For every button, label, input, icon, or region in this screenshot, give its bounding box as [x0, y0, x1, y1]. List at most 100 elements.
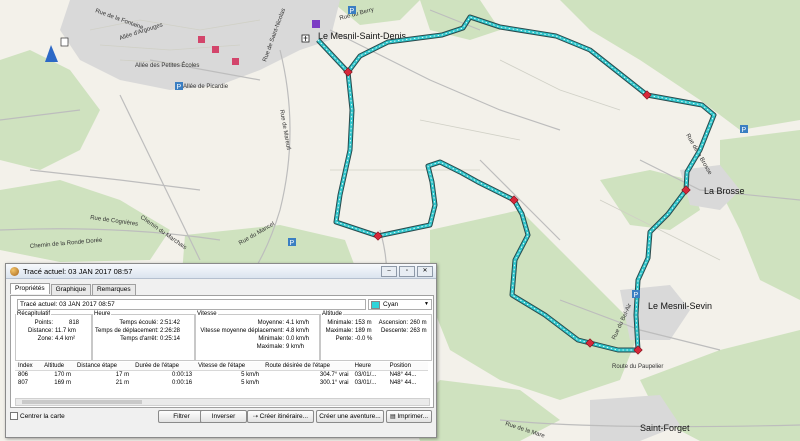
table-cell: 0:00:13 — [172, 372, 193, 378]
table-cell: 806 — [18, 372, 29, 378]
column-header[interactable]: Route désirée de l'étape — [262, 362, 352, 371]
alt-min-value: 153 m — [355, 320, 372, 326]
ascent-label: Ascension: — [378, 320, 408, 326]
stopped-time-row: Temps d'arrêt: 0:25:14 — [95, 336, 180, 342]
tab-graph[interactable]: Graphique — [50, 284, 91, 295]
column-header[interactable]: Vitesse de l'étape — [195, 362, 263, 371]
alt-max-row: Maximale: 189 m — [322, 328, 372, 334]
svg-text:P: P — [742, 127, 747, 134]
elapsed-value: 2:51:42 — [160, 320, 181, 326]
time-title: Heure — [94, 311, 111, 317]
distance-label: Distance: — [27, 328, 53, 334]
street-label: Allée des Petites Écoles — [135, 62, 199, 69]
points-value: 818 — [68, 320, 79, 326]
svg-text:P: P — [177, 84, 182, 91]
color-name: Cyan — [383, 301, 399, 308]
table-cell: 17 m — [115, 372, 130, 378]
points-label: Points: — [34, 320, 53, 326]
table-header-row: Index Altitude Distance étape Durée de l… — [15, 362, 428, 371]
summary-title: Récapitulatif — [17, 311, 51, 317]
min-speed-value: 0.0 km/h — [286, 336, 310, 342]
color-select[interactable]: Cyan ▼ — [368, 299, 432, 310]
elapsed-label: Temps écoulé: — [119, 320, 158, 326]
table-cell: 304.7° vrai — [319, 372, 349, 378]
create-route-button[interactable]: ⇢ Créer itinéraire... — [247, 410, 314, 423]
print-label: Imprimer... — [397, 413, 429, 420]
route-icon: ⇢ — [252, 414, 260, 420]
moving-time-value: 2:26:28 — [160, 328, 181, 334]
maximize-button[interactable]: ▫ — [399, 265, 415, 277]
ascent-row: Ascension: 260 m — [376, 320, 427, 326]
stopped-time-label: Temps d'arrêt: — [120, 336, 158, 342]
create-route-label: Créer itinéraire... — [259, 413, 309, 420]
table-cell: 169 m — [54, 380, 71, 386]
table-cell: N48° 44... — [389, 380, 417, 386]
elapsed-row: Temps écoulé: 2:51:42 — [95, 320, 180, 326]
create-adventure-button[interactable]: Créer une aventure... — [316, 410, 384, 423]
tab-notes[interactable]: Remarques — [91, 284, 136, 295]
moving-avg-row: Vitesse moyenne déplacement: 4.8 km/h — [197, 328, 309, 334]
checkbox-box[interactable] — [10, 412, 18, 420]
close-button[interactable]: ✕ — [417, 265, 433, 277]
alt-min-label: Minimale: — [327, 320, 353, 326]
moving-avg-value: 4.8 km/h — [286, 328, 310, 334]
column-header[interactable]: Index — [15, 362, 42, 371]
alt-min-row: Minimale: 153 m — [322, 320, 372, 326]
street-label: Route du Paupelier — [612, 364, 663, 370]
table-row[interactable]: 806 170 m 17 m 0:00:13 5 km/h 304.7° vra… — [15, 371, 428, 380]
parking-icon[interactable]: P — [740, 125, 748, 134]
table-cell: 300.1° vrai — [319, 380, 349, 386]
svg-text:P: P — [634, 292, 639, 299]
parking-icon[interactable]: P — [175, 82, 183, 91]
table-cell: 03/01/... — [354, 372, 377, 378]
descent-row: Descente: 263 m — [376, 328, 427, 334]
print-button[interactable]: ▤ Imprimer... — [386, 410, 432, 423]
hotel-icon[interactable] — [312, 20, 320, 28]
table-cell: 21 m — [115, 380, 130, 386]
properties-panel: Tracé actuel: 03 JAN 2017 08:57 Cyan ▼ R… — [10, 295, 434, 408]
parking-icon[interactable]: P — [288, 238, 296, 247]
max-speed-value: 9 km/h — [286, 344, 305, 350]
scrollbar-thumb[interactable] — [22, 400, 142, 404]
place-label-saint-forget: Saint-Forget — [640, 423, 690, 433]
parking-icon[interactable]: P — [348, 6, 356, 15]
column-header[interactable]: Distance étape — [73, 362, 133, 371]
tab-properties[interactable]: Propriétés — [10, 283, 50, 294]
column-header[interactable]: Altitude — [41, 362, 74, 371]
filter-button[interactable]: Filtrer — [158, 410, 205, 423]
svg-text:P: P — [350, 8, 355, 15]
column-header[interactable]: Durée de l'étape — [132, 362, 196, 371]
slope-value: -0.0 % — [355, 336, 373, 342]
distance-value: 11.7 km — [55, 328, 76, 334]
invert-button[interactable]: Inverser — [200, 410, 247, 423]
avg-speed-row: Moyenne: 4.1 km/h — [197, 320, 309, 326]
trackpoints-table[interactable]: Index Altitude Distance étape Durée de l… — [15, 362, 428, 387]
color-swatch — [371, 300, 380, 309]
avg-speed-label: Moyenne: — [257, 320, 284, 326]
street-label: Allée de Picardie — [183, 84, 229, 90]
minimize-button[interactable]: – — [381, 265, 397, 277]
table-cell: 170 m — [54, 372, 71, 378]
zone-label: Zone: — [37, 336, 53, 342]
table-row[interactable]: 807 169 m 21 m 0:00:16 5 km/h 300.1° vra… — [15, 379, 428, 387]
column-header[interactable]: Heure — [351, 362, 387, 371]
table-cell: 807 — [18, 380, 29, 386]
parking-icon[interactable]: P — [632, 290, 640, 299]
zone-row: Zone: 4.4 km² — [19, 336, 75, 342]
altitude-title: Altitude — [322, 311, 343, 317]
church-icon[interactable] — [301, 34, 310, 43]
column-header[interactable]: Position — [386, 362, 428, 371]
max-speed-row: Maximale: 9 km/h — [197, 344, 304, 350]
dialog-titlebar[interactable]: Tracé actuel: 03 JAN 2017 08:57 – ▫ ✕ — [6, 264, 436, 279]
table-cell: 03/01/... — [354, 380, 377, 386]
center-map-checkbox[interactable]: Centrer la carte — [10, 412, 65, 420]
moving-time-row: Temps de déplacement:2:26:28 — [95, 328, 180, 334]
distance-row: Distance: 11.7 km — [19, 328, 76, 334]
table-horizontal-scrollbar[interactable] — [15, 398, 430, 406]
hotel-icon[interactable] — [60, 37, 69, 47]
track-properties-dialog: Tracé actuel: 03 JAN 2017 08:57 – ▫ ✕ Pr… — [5, 263, 437, 438]
table-cell: 5 km/h — [241, 380, 260, 386]
place-label-mesnil-sevin: Le Mesnil-Sevin — [648, 301, 712, 311]
track-name-field[interactable]: Tracé actuel: 03 JAN 2017 08:57 — [17, 299, 366, 310]
slope-label: Pente: — [335, 336, 353, 342]
